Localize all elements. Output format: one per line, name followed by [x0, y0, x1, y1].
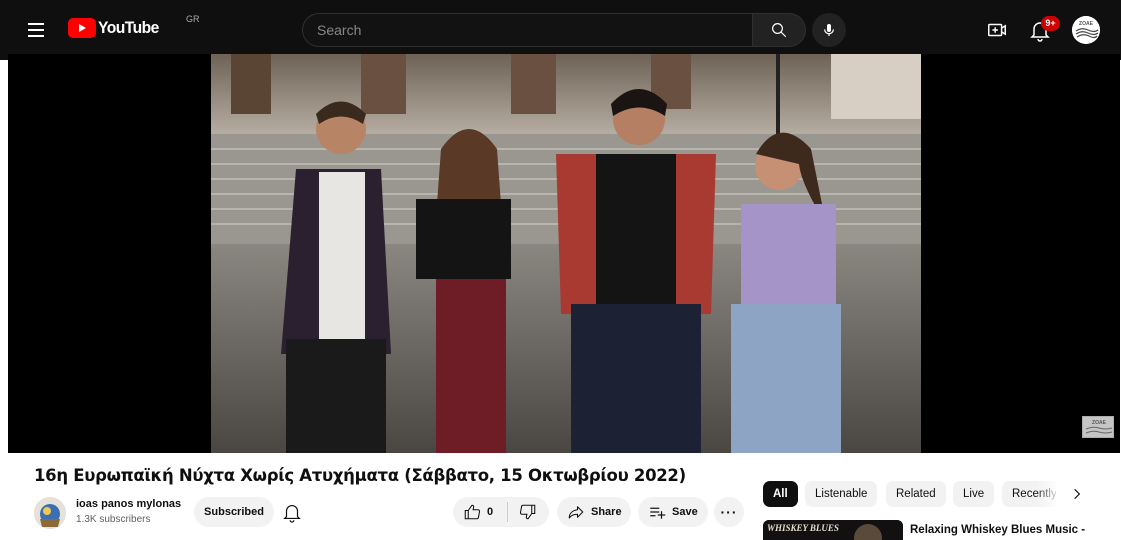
search-input[interactable] [302, 13, 752, 47]
account-avatar[interactable]: ZOAE [1072, 16, 1100, 44]
menu-icon[interactable] [24, 18, 48, 42]
more-icon: ··· [720, 504, 738, 520]
chip-listenable[interactable]: Listenable [805, 481, 878, 507]
voice-search-button[interactable] [812, 13, 846, 47]
recommendation-thumbnail[interactable]: WHISKEY BLUES [763, 520, 903, 540]
thumbs-down-icon [519, 504, 536, 520]
subscribed-button[interactable]: Subscribed [194, 497, 274, 527]
create-video-icon [988, 23, 1006, 37]
bell-icon [283, 505, 301, 523]
share-button[interactable]: Share [557, 497, 631, 527]
channel-name[interactable]: ioas panos mylonas [76, 498, 181, 510]
logo-text: YouTube [98, 18, 159, 37]
chip-all[interactable]: All [763, 481, 798, 507]
search-button[interactable] [752, 13, 806, 47]
add-to-playlist-icon [650, 507, 666, 519]
save-button[interactable]: Save [638, 497, 708, 527]
dislike-button[interactable] [508, 497, 548, 527]
watermark-text: ZOAE [1092, 420, 1107, 426]
thumbs-up-icon [464, 504, 481, 520]
channel-avatar[interactable] [34, 497, 66, 529]
video-frame-image [211, 54, 921, 453]
channel-avatar-image [34, 497, 66, 529]
channel-watermark[interactable]: ZOAE [1082, 416, 1114, 438]
more-actions-button[interactable]: ··· [714, 497, 744, 527]
chip-live[interactable]: Live [953, 481, 995, 507]
save-label: Save [672, 506, 698, 518]
chips-next-button[interactable] [1064, 481, 1090, 507]
account-initials: ZOAE [1079, 21, 1094, 27]
notification-bell-button[interactable] [281, 500, 303, 524]
recommendation-title[interactable]: Relaxing Whiskey Blues Music - [910, 524, 1085, 536]
subscriber-count: 1.3K subscribers [76, 514, 151, 525]
watermark-logo-icon: ZOAE [1085, 420, 1113, 434]
like-button[interactable]: 0 [453, 497, 507, 527]
chip-related[interactable]: Related [886, 481, 946, 507]
chips-fade [1036, 481, 1066, 507]
search-box [302, 13, 806, 47]
share-icon [568, 506, 584, 519]
microphone-icon [824, 24, 834, 36]
recommendation-thumb-text: WHISKEY BLUES [767, 523, 839, 533]
account-logo-icon: ZOAE [1072, 16, 1100, 44]
country-code: GR [186, 14, 200, 24]
search-icon [772, 23, 787, 38]
like-dislike-group: 0 [453, 497, 549, 527]
create-button[interactable] [986, 19, 1008, 41]
masthead: YouTube GR 9+ ZOAE [0, 0, 1121, 60]
youtube-logo[interactable]: YouTube GR [68, 14, 200, 38]
notification-count-badge: 9+ [1041, 16, 1060, 31]
youtube-play-icon [68, 18, 96, 38]
video-player[interactable]: ZOAE [8, 54, 1120, 453]
chevron-right-icon [1074, 488, 1081, 500]
video-frame [211, 54, 921, 453]
share-label: Share [591, 506, 622, 518]
like-count: 0 [487, 506, 494, 518]
video-title: 16η Ευρωπαϊκή Νύχτα Χωρίς Ατυχήματα (Σάβ… [34, 466, 686, 485]
